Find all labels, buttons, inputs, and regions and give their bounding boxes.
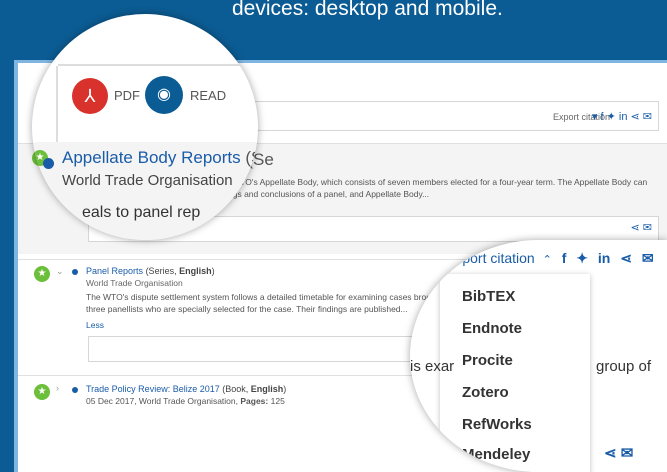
menu-item-refworks[interactable]: RefWorks <box>462 416 532 433</box>
export-citation-toggle[interactable]: Export citation ⌃ f ✦ in ⋖ ✉ <box>446 250 654 267</box>
item1-description: the WTO's Appellate Body, which consists… <box>218 177 648 199</box>
magnifier-top: ⅄ PDF ◉ READ ★ Appellate Body Reports (S… <box>32 14 258 240</box>
item3-title[interactable]: Trade Policy Review: Belize 2017 <box>86 384 220 394</box>
item2-publisher: World Trade Organisation <box>86 278 183 288</box>
facebook-icon[interactable]: f <box>562 250 567 266</box>
social-icons[interactable]: ▾ f ✦ in ⋖ ✉ <box>592 110 652 123</box>
pdf-label[interactable]: PDF <box>114 88 140 103</box>
linkedin-icon[interactable]: in <box>598 250 610 266</box>
item3-date-line: 05 Dec 2017, World Trade Organisation, P… <box>86 396 285 406</box>
star-icon[interactable]: ★ <box>34 266 50 282</box>
item3-title-line: Trade Policy Review: Belize 2017 (Book, … <box>86 384 287 394</box>
magnified-partial-text: eals to panel rep <box>82 204 201 221</box>
less-link[interactable]: Less <box>86 320 104 330</box>
magnifier-citation: Export citation ⌃ f ✦ in ⋖ ✉ BibTEX Endn… <box>410 240 667 472</box>
social-icons-item1[interactable]: ⋖ ✉ <box>631 221 653 234</box>
overlay-text-right: group of <box>596 358 652 375</box>
page-caption: devices: desktop and mobile. <box>232 0 503 20</box>
bullet-icon <box>43 158 54 169</box>
share-icon[interactable]: ⋖ <box>620 250 632 266</box>
read-label[interactable]: READ <box>190 88 226 103</box>
bullet-icon <box>72 387 78 393</box>
eye-icon[interactable]: ◉ <box>145 76 183 114</box>
mail-icon[interactable]: ✉ <box>642 250 654 266</box>
star-icon[interactable]: ★ <box>34 384 50 400</box>
menu-item-procite[interactable]: Procite <box>462 352 513 369</box>
item2-description: The WTO's dispute settlement system foll… <box>86 292 453 314</box>
magnified-item1-title[interactable]: Appellate Body Reports (Se <box>62 148 258 168</box>
menu-item-bibtex[interactable]: BibTEX <box>462 288 515 305</box>
overlay-text-left: is exar <box>410 358 455 375</box>
item2-title[interactable]: Panel Reports <box>86 266 143 276</box>
pdf-icon[interactable]: ⅄ <box>72 78 108 114</box>
item2-title-line: Panel Reports (Series, English) <box>86 266 215 276</box>
magnified-item1-publisher: World Trade Organisation <box>62 172 233 189</box>
bullet-icon <box>72 269 78 275</box>
twitter-icon[interactable]: ✦ <box>576 250 588 266</box>
chevron-up-icon: ⌃ <box>542 254 552 266</box>
chevron-right-icon[interactable]: › <box>56 383 59 393</box>
share-mail-icons[interactable]: ⋖ ✉ <box>604 444 633 462</box>
menu-item-endnote[interactable]: Endnote <box>462 320 522 337</box>
chevron-down-icon[interactable]: ⌄ <box>56 266 64 277</box>
menu-item-mendeley[interactable]: Mendeley <box>462 446 530 463</box>
menu-item-zotero[interactable]: Zotero <box>462 384 509 401</box>
